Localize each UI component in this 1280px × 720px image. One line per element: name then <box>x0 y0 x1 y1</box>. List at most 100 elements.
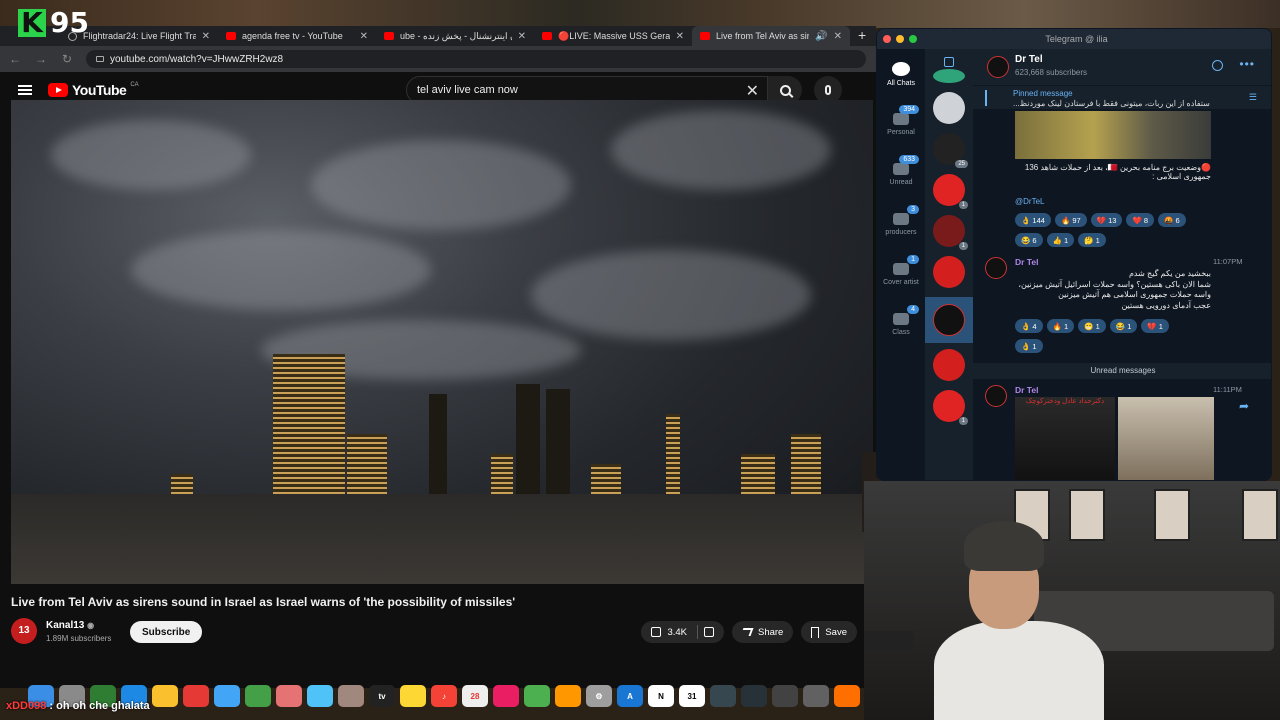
app-icon[interactable] <box>772 685 798 707</box>
reaction[interactable]: 👌 4 <box>1015 319 1043 333</box>
clear-icon[interactable]: ✕ <box>746 81 759 101</box>
subscribe-button[interactable]: Subscribe <box>130 621 203 643</box>
chat-avatar[interactable] <box>933 92 965 124</box>
tab-uss-gerald[interactable]: 🔴LIVE: Massive USS Gerald ✕ <box>534 26 692 46</box>
youtube-play-icon <box>48 83 68 97</box>
music-icon[interactable]: ♪ <box>431 685 457 707</box>
folder-personal[interactable]: 394 Personal <box>877 99 925 149</box>
chat-avatar[interactable] <box>933 256 965 288</box>
chat-avatar[interactable]: 25 <box>933 133 968 168</box>
reaction[interactable]: 👌 1 <box>1015 339 1043 353</box>
reaction[interactable]: 🤬 6 <box>1158 213 1186 227</box>
chat-avatar[interactable] <box>933 349 965 381</box>
reaction[interactable]: 👌 144 <box>1015 213 1051 227</box>
message-avatar[interactable] <box>985 385 1007 407</box>
app-icon[interactable] <box>307 685 333 707</box>
message-photo[interactable] <box>1015 111 1211 159</box>
folder-class[interactable]: 4 Class <box>877 299 925 349</box>
folder-all-chats[interactable]: All Chats <box>877 49 925 99</box>
message-photo[interactable] <box>1118 397 1214 480</box>
reaction[interactable]: 🔥 97 <box>1054 213 1087 227</box>
reload-icon[interactable]: ↻ <box>60 52 74 66</box>
numbers-icon[interactable] <box>524 685 550 707</box>
menu-icon[interactable] <box>18 85 32 95</box>
close-icon[interactable]: ✕ <box>518 31 526 42</box>
tab-agenda[interactable]: agenda free tv - YouTube ✕ <box>218 26 376 46</box>
news-icon[interactable] <box>493 685 519 707</box>
app-store-icon[interactable]: A <box>617 685 643 707</box>
message-author[interactable]: Dr Tel <box>1015 257 1038 267</box>
telegram-titlebar: Telegram @ ilia <box>877 29 1271 49</box>
close-icon[interactable]: ✕ <box>360 31 368 42</box>
message-photo[interactable]: دکترحداد عادل ودخترکوچک <box>1015 397 1115 480</box>
pages-icon[interactable] <box>555 685 581 707</box>
pinned-list-icon[interactable]: ☰ <box>1249 92 1257 103</box>
app-icon[interactable] <box>710 685 736 707</box>
app-icon[interactable] <box>338 685 364 707</box>
folder-producers[interactable]: 3 producers <box>877 199 925 249</box>
folder-cover-artist[interactable]: 1 Cover artist <box>877 249 925 299</box>
reaction[interactable]: 😂 1 <box>1109 319 1138 333</box>
app-icon[interactable] <box>741 685 767 707</box>
search-icon[interactable] <box>1212 60 1223 71</box>
tab-tel-aviv[interactable]: Live from Tel Aviv as siren 🔊 ✕ <box>692 26 850 46</box>
youtube-logo[interactable]: YouTube CA <box>48 82 139 98</box>
fl-studio-icon[interactable] <box>834 685 860 707</box>
message-avatar[interactable] <box>985 257 1007 279</box>
channel-avatar[interactable]: 13 <box>11 618 37 644</box>
back-icon[interactable]: ← <box>8 52 22 66</box>
like-button[interactable]: 3.4K <box>641 621 724 643</box>
facetime-icon[interactable] <box>245 685 271 707</box>
folder-unread[interactable]: 633 Unread <box>877 149 925 199</box>
minimize-window-icon[interactable] <box>896 35 904 43</box>
chat-avatar[interactable]: 1 <box>933 174 968 209</box>
apple-tv-icon[interactable]: tv <box>369 685 395 707</box>
reaction[interactable]: 🔥 1 <box>1046 319 1075 333</box>
chat-avatar[interactable]: 1 <box>933 390 968 425</box>
reaction[interactable]: 😁 1 <box>1078 319 1106 333</box>
conversation-header[interactable]: Dr Tel 623,668 subscribers ••• <box>973 49 1271 85</box>
close-icon[interactable]: ✕ <box>202 31 210 42</box>
channel-avatar[interactable] <box>987 56 1009 78</box>
message-author[interactable]: Dr Tel <box>1015 385 1038 395</box>
forward-icon[interactable]: → <box>34 52 48 66</box>
maximize-window-icon[interactable] <box>909 35 917 43</box>
reaction[interactable]: 💔 13 <box>1090 213 1123 227</box>
close-icon[interactable]: ✕ <box>676 31 684 42</box>
thumbs-down-icon[interactable] <box>703 627 714 637</box>
reaction[interactable]: 😂 6 <box>1015 233 1043 247</box>
new-tab-button[interactable]: + <box>850 26 874 46</box>
photos-icon[interactable] <box>183 685 209 707</box>
chrome-icon[interactable] <box>152 685 178 707</box>
app-icon[interactable] <box>803 685 829 707</box>
forward-icon[interactable]: ➦ <box>1239 399 1249 413</box>
site-info-icon[interactable] <box>96 56 104 62</box>
settings-icon[interactable]: ⚙ <box>586 685 612 707</box>
close-window-icon[interactable] <box>883 35 891 43</box>
app-icon[interactable] <box>276 685 302 707</box>
chat-avatar[interactable]: 1 <box>933 215 968 250</box>
message-link[interactable]: @DrTeL <box>1015 197 1044 206</box>
unread-count: 25 <box>955 160 968 168</box>
speaker-icon[interactable]: 🔊 <box>815 31 827 42</box>
reaction[interactable]: ❤️ 8 <box>1126 213 1155 227</box>
pinned-message[interactable]: Pinned message ستفاده از این ربات، میتون… <box>973 85 1271 109</box>
close-icon[interactable]: ✕ <box>834 31 842 42</box>
reaction[interactable]: 👍 1 <box>1046 233 1075 247</box>
chat-avatar[interactable] <box>933 69 965 83</box>
save-button[interactable]: Save <box>801 621 857 643</box>
notion-icon[interactable]: N <box>648 685 674 707</box>
notes-icon[interactable] <box>400 685 426 707</box>
video-player[interactable] <box>11 100 873 584</box>
more-icon[interactable]: ••• <box>1239 57 1255 71</box>
channel-name[interactable]: Kanal13 ◉ <box>46 620 94 631</box>
reaction[interactable]: 💔 1 <box>1141 319 1169 333</box>
address-field[interactable]: youtube.com/watch?v=JHwwZRH2wz8 <box>86 50 866 68</box>
share-button[interactable]: Share <box>731 621 794 643</box>
mail-icon[interactable] <box>214 685 240 707</box>
tab-iran-international[interactable]: ube - ایران اینترنشنال - پخش زنده ✕ <box>376 26 534 46</box>
calendar-icon[interactable]: 28 <box>462 685 488 707</box>
chat-item-selected[interactable] <box>925 297 973 343</box>
calendar-app-icon[interactable]: 31 <box>679 685 705 707</box>
reaction[interactable]: 🤔 1 <box>1078 233 1106 247</box>
